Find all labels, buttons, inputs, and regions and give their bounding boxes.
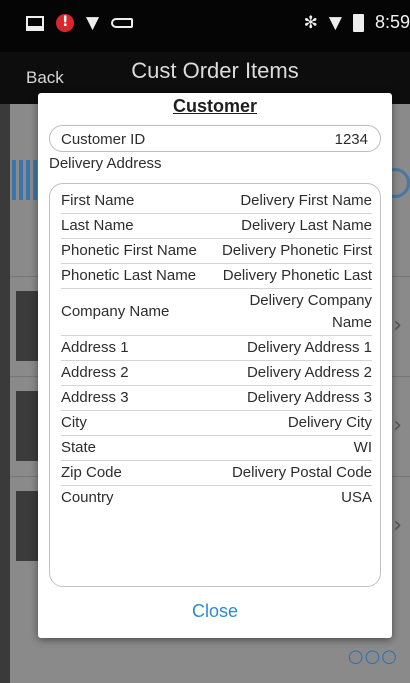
address-row-city: City Delivery City — [61, 411, 372, 436]
battery-icon — [352, 13, 364, 32]
alert-icon — [56, 14, 74, 32]
address-field-label: Address 1 — [61, 339, 129, 356]
page-title: Cust Order Items — [131, 58, 299, 83]
address-field-value: Delivery Address 1 — [246, 339, 372, 356]
address-field-label: City — [61, 414, 87, 431]
address-row-last-name: Last Name Delivery Last Name — [61, 214, 372, 239]
address-field-label: Address 2 — [61, 364, 129, 381]
address-field-value: Delivery First Name — [240, 192, 372, 209]
address-field-value: Delivery Address 3 — [246, 389, 372, 406]
customer-id-value: 1234 — [334, 131, 368, 148]
signal-icon: ▼ — [328, 12, 342, 33]
address-field-label: Zip Code — [61, 464, 122, 481]
key-icon — [111, 18, 134, 28]
delivery-address-label: Delivery Address — [49, 155, 162, 172]
address-field-value: Delivery Phonetic Last — [222, 267, 372, 284]
address-field-label: Phonetic First Name — [61, 242, 197, 259]
address-row-company-name: Company Name Delivery Company Name — [61, 289, 372, 336]
address-field-label: Company Name — [61, 303, 170, 320]
address-row-address-3: Address 3 Delivery Address 3 — [61, 386, 372, 411]
address-row-first-name: First Name Delivery First Name — [61, 189, 372, 214]
address-field-label: Last Name — [61, 217, 134, 234]
address-row-country: Country USA — [61, 486, 372, 510]
address-row-phonetic-first-name: Phonetic First Name Delivery Phonetic Fi… — [61, 239, 372, 264]
dialog-title: Customer — [172, 96, 257, 116]
address-field-label: Address 3 — [61, 389, 129, 406]
customer-dialog: Customer Customer ID 1234 Delivery Addre… — [38, 93, 392, 638]
screenshot-icon — [26, 15, 44, 31]
address-field-value: Delivery Address 2 — [246, 364, 372, 381]
status-bar-system: ✻ ▼ 8:59 — [304, 12, 410, 33]
status-bar-notifications: ▼ — [26, 13, 134, 33]
address-field-value: Delivery Last Name — [241, 217, 372, 234]
nfc-icon: ✻ — [303, 12, 318, 33]
address-field-value: Delivery Phonetic First — [221, 242, 372, 259]
status-bar: ▼ ✻ ▼ 8:59 — [0, 0, 410, 52]
customer-id-label: Customer ID — [61, 131, 146, 148]
delivery-address-list[interactable]: First Name Delivery First Name Last Name… — [49, 183, 381, 587]
chevron-right-icon: › — [393, 413, 402, 438]
more-options-icon: ○○○ — [347, 646, 398, 667]
address-field-value: Delivery Postal Code — [231, 464, 372, 481]
chevron-right-icon: › — [393, 513, 402, 538]
address-field-label: First Name — [61, 192, 135, 209]
address-row-address-2: Address 2 Delivery Address 2 — [61, 361, 372, 386]
address-row-address-1: Address 1 Delivery Address 1 — [61, 336, 372, 361]
status-time: 8:59 — [374, 12, 410, 32]
address-row-state: State WI — [61, 436, 372, 461]
chevron-right-icon: › — [393, 313, 402, 338]
wifi-icon: ▼ — [86, 13, 100, 33]
close-button[interactable]: Close — [38, 601, 392, 622]
address-field-value: Delivery Company Name — [249, 292, 372, 331]
address-row-zip-code: Zip Code Delivery Postal Code — [61, 461, 372, 486]
address-field-value: USA — [341, 489, 372, 506]
address-field-label: Country — [61, 489, 114, 506]
address-row-phonetic-last-name: Phonetic Last Name Delivery Phonetic Las… — [61, 264, 372, 289]
address-field-label: Phonetic Last Name — [61, 267, 197, 284]
address-field-value: WI — [353, 439, 372, 456]
address-field-label: State — [61, 439, 97, 456]
address-field-value: Delivery City — [287, 414, 372, 431]
address-rows: First Name Delivery First Name Last Name… — [61, 189, 372, 510]
customer-id-field: Customer ID 1234 — [49, 125, 381, 152]
